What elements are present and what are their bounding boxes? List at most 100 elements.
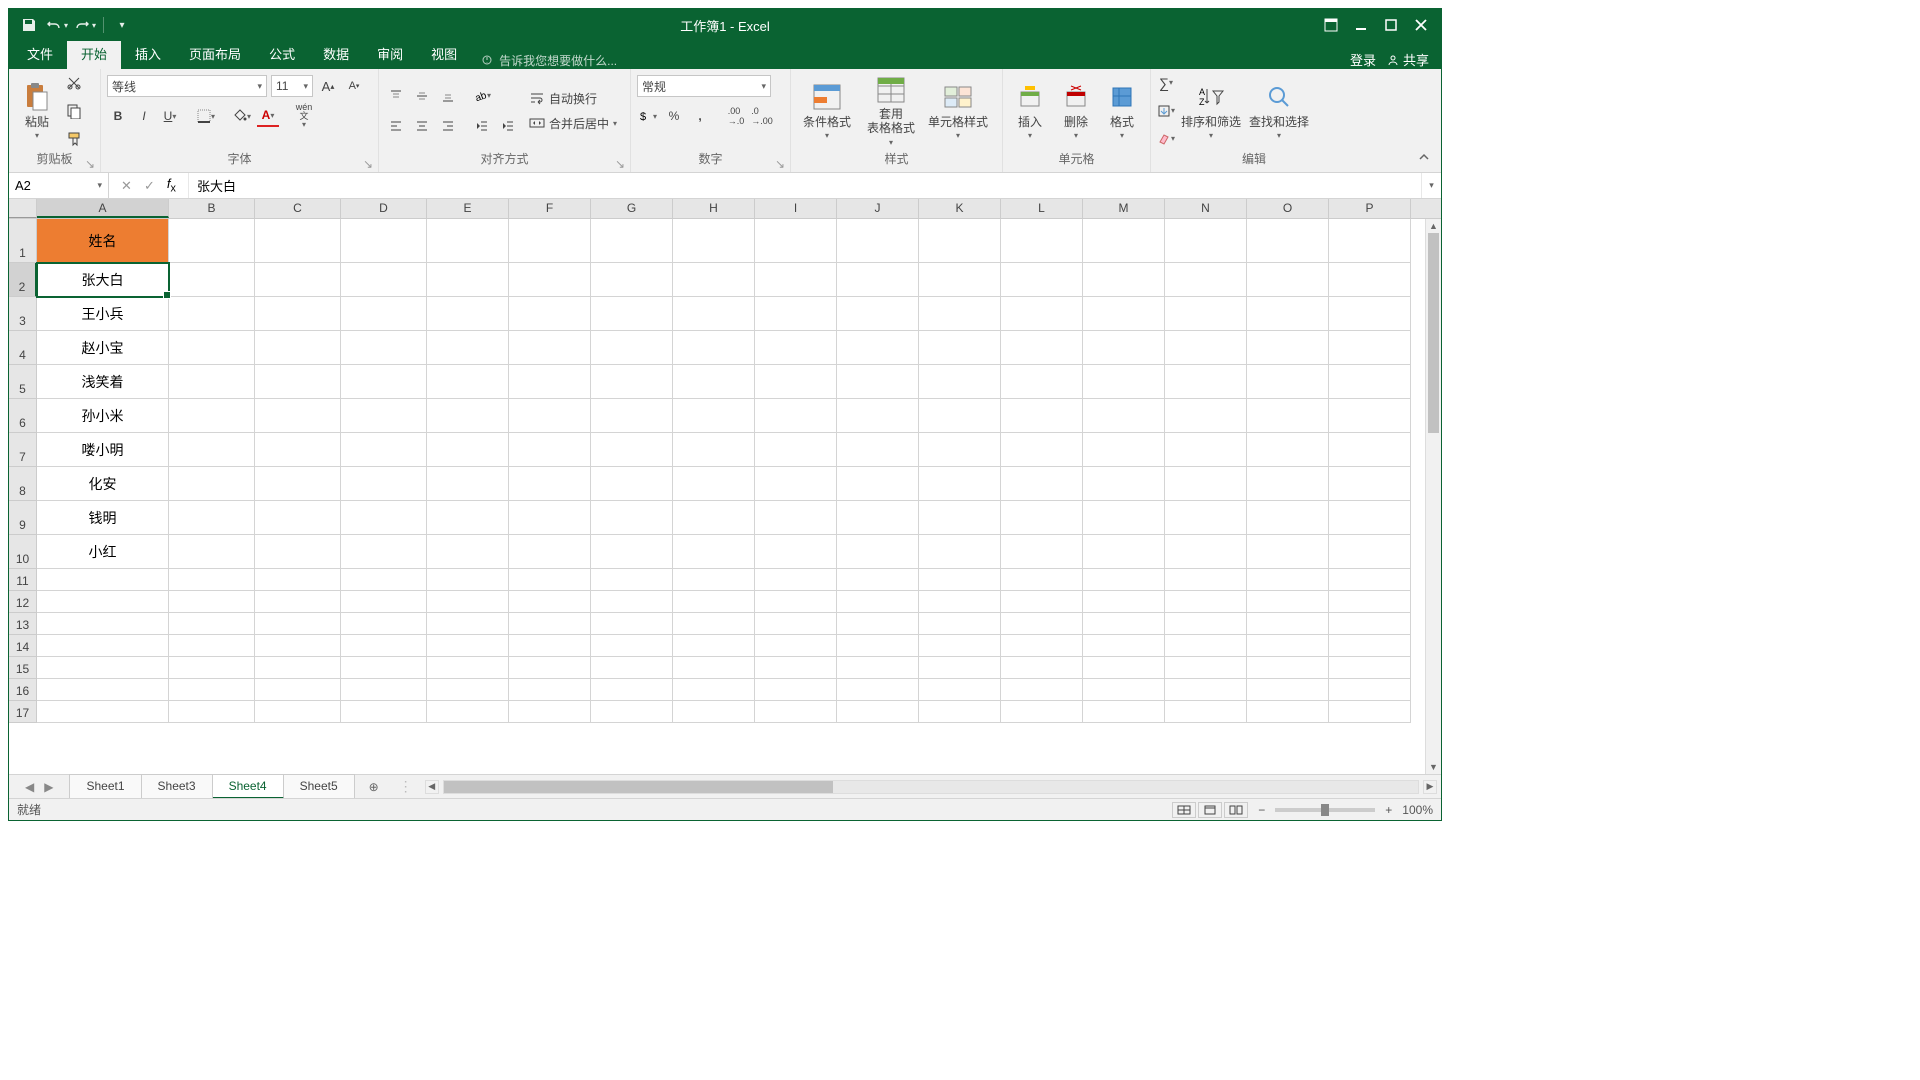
column-header[interactable]: K — [919, 199, 1001, 218]
autosum-icon[interactable]: ∑▾ — [1157, 72, 1175, 94]
cell[interactable] — [1083, 219, 1165, 263]
column-header[interactable]: G — [591, 199, 673, 218]
cell[interactable] — [509, 365, 591, 399]
cell[interactable] — [755, 635, 837, 657]
cell[interactable] — [427, 219, 509, 263]
cell[interactable] — [169, 501, 255, 535]
column-header[interactable]: H — [673, 199, 755, 218]
row-header[interactable]: 6 — [9, 399, 37, 433]
cell[interactable] — [1165, 657, 1247, 679]
cell[interactable] — [1001, 399, 1083, 433]
cell[interactable] — [509, 591, 591, 613]
column-header[interactable]: J — [837, 199, 919, 218]
cell[interactable] — [755, 679, 837, 701]
cell[interactable] — [673, 635, 755, 657]
cell[interactable] — [427, 635, 509, 657]
column-header[interactable]: I — [755, 199, 837, 218]
zoom-out-icon[interactable]: − — [1258, 803, 1265, 817]
accounting-format-icon[interactable]: $▾ — [637, 105, 659, 127]
align-right-icon[interactable] — [437, 115, 459, 137]
cell[interactable] — [255, 613, 341, 635]
cell[interactable] — [755, 433, 837, 467]
cell[interactable] — [427, 331, 509, 365]
cell[interactable] — [1329, 569, 1411, 591]
cell[interactable] — [591, 501, 673, 535]
align-left-icon[interactable] — [385, 115, 407, 137]
cell[interactable] — [1001, 219, 1083, 263]
font-name-select[interactable]: 等线▾ — [107, 75, 267, 97]
cell[interactable] — [673, 219, 755, 263]
cell[interactable] — [427, 701, 509, 723]
cell[interactable] — [919, 701, 1001, 723]
ribbon-tab-页面布局[interactable]: 页面布局 — [175, 38, 255, 69]
cell[interactable] — [341, 331, 427, 365]
cell[interactable] — [919, 591, 1001, 613]
cell[interactable] — [673, 263, 755, 297]
row-header[interactable]: 17 — [9, 701, 37, 723]
share-button[interactable]: 共享 — [1386, 50, 1429, 69]
cell[interactable] — [919, 501, 1001, 535]
cell[interactable] — [1329, 263, 1411, 297]
underline-button[interactable]: U▾ — [159, 105, 181, 127]
cell[interactable] — [673, 501, 755, 535]
find-select-button[interactable]: 查找和选择▾ — [1247, 75, 1311, 147]
ribbon-tab-开始[interactable]: 开始 — [67, 38, 121, 69]
cell[interactable] — [1247, 331, 1329, 365]
cell[interactable] — [1165, 365, 1247, 399]
cell[interactable] — [255, 219, 341, 263]
cell[interactable] — [1165, 467, 1247, 501]
cell[interactable] — [837, 263, 919, 297]
cell[interactable] — [1083, 297, 1165, 331]
column-header[interactable]: O — [1247, 199, 1329, 218]
cell[interactable] — [509, 535, 591, 569]
decrease-indent-icon[interactable] — [471, 115, 493, 137]
cell[interactable] — [341, 701, 427, 723]
row-header[interactable]: 14 — [9, 635, 37, 657]
row-header[interactable]: 2 — [9, 263, 37, 297]
cell[interactable] — [673, 701, 755, 723]
row-header[interactable]: 11 — [9, 569, 37, 591]
cell[interactable] — [755, 399, 837, 433]
cell[interactable] — [1329, 433, 1411, 467]
delete-cells-button[interactable]: 删除▾ — [1055, 75, 1097, 147]
cell[interactable] — [919, 679, 1001, 701]
cell[interactable] — [1083, 399, 1165, 433]
cell[interactable] — [1247, 569, 1329, 591]
font-color-button[interactable]: A▾ — [257, 105, 279, 127]
copy-icon[interactable] — [63, 100, 85, 122]
cell[interactable]: 王小兵 — [37, 297, 169, 331]
orientation-icon[interactable]: ab▾ — [471, 85, 493, 107]
cell[interactable] — [1329, 365, 1411, 399]
cell[interactable] — [427, 467, 509, 501]
close-icon[interactable] — [1409, 13, 1433, 37]
cell[interactable] — [341, 399, 427, 433]
cell[interactable] — [919, 657, 1001, 679]
cell[interactable] — [1329, 635, 1411, 657]
collapse-ribbon-icon[interactable] — [1413, 146, 1435, 168]
cell[interactable] — [1165, 635, 1247, 657]
cell[interactable] — [509, 501, 591, 535]
cell[interactable] — [1001, 591, 1083, 613]
row-header[interactable]: 15 — [9, 657, 37, 679]
cell[interactable] — [1247, 297, 1329, 331]
phonetic-button[interactable]: wén文▾ — [293, 105, 315, 127]
grow-font-icon[interactable]: A▴ — [317, 75, 339, 97]
row-header[interactable]: 5 — [9, 365, 37, 399]
cell[interactable] — [1083, 701, 1165, 723]
sheet-tab[interactable]: Sheet4 — [213, 774, 284, 799]
cell[interactable] — [427, 501, 509, 535]
row-header[interactable]: 16 — [9, 679, 37, 701]
cell[interactable] — [755, 701, 837, 723]
cell[interactable] — [1329, 297, 1411, 331]
decrease-decimal-icon[interactable]: .0→.00 — [751, 105, 773, 127]
cell[interactable] — [1001, 263, 1083, 297]
cell[interactable] — [1329, 679, 1411, 701]
cell[interactable] — [1165, 331, 1247, 365]
cell[interactable] — [1165, 297, 1247, 331]
cell[interactable] — [1001, 297, 1083, 331]
cell[interactable] — [1247, 701, 1329, 723]
shrink-font-icon[interactable]: A▾ — [343, 75, 365, 97]
cell[interactable] — [427, 399, 509, 433]
cell[interactable] — [341, 263, 427, 297]
cell[interactable] — [591, 219, 673, 263]
